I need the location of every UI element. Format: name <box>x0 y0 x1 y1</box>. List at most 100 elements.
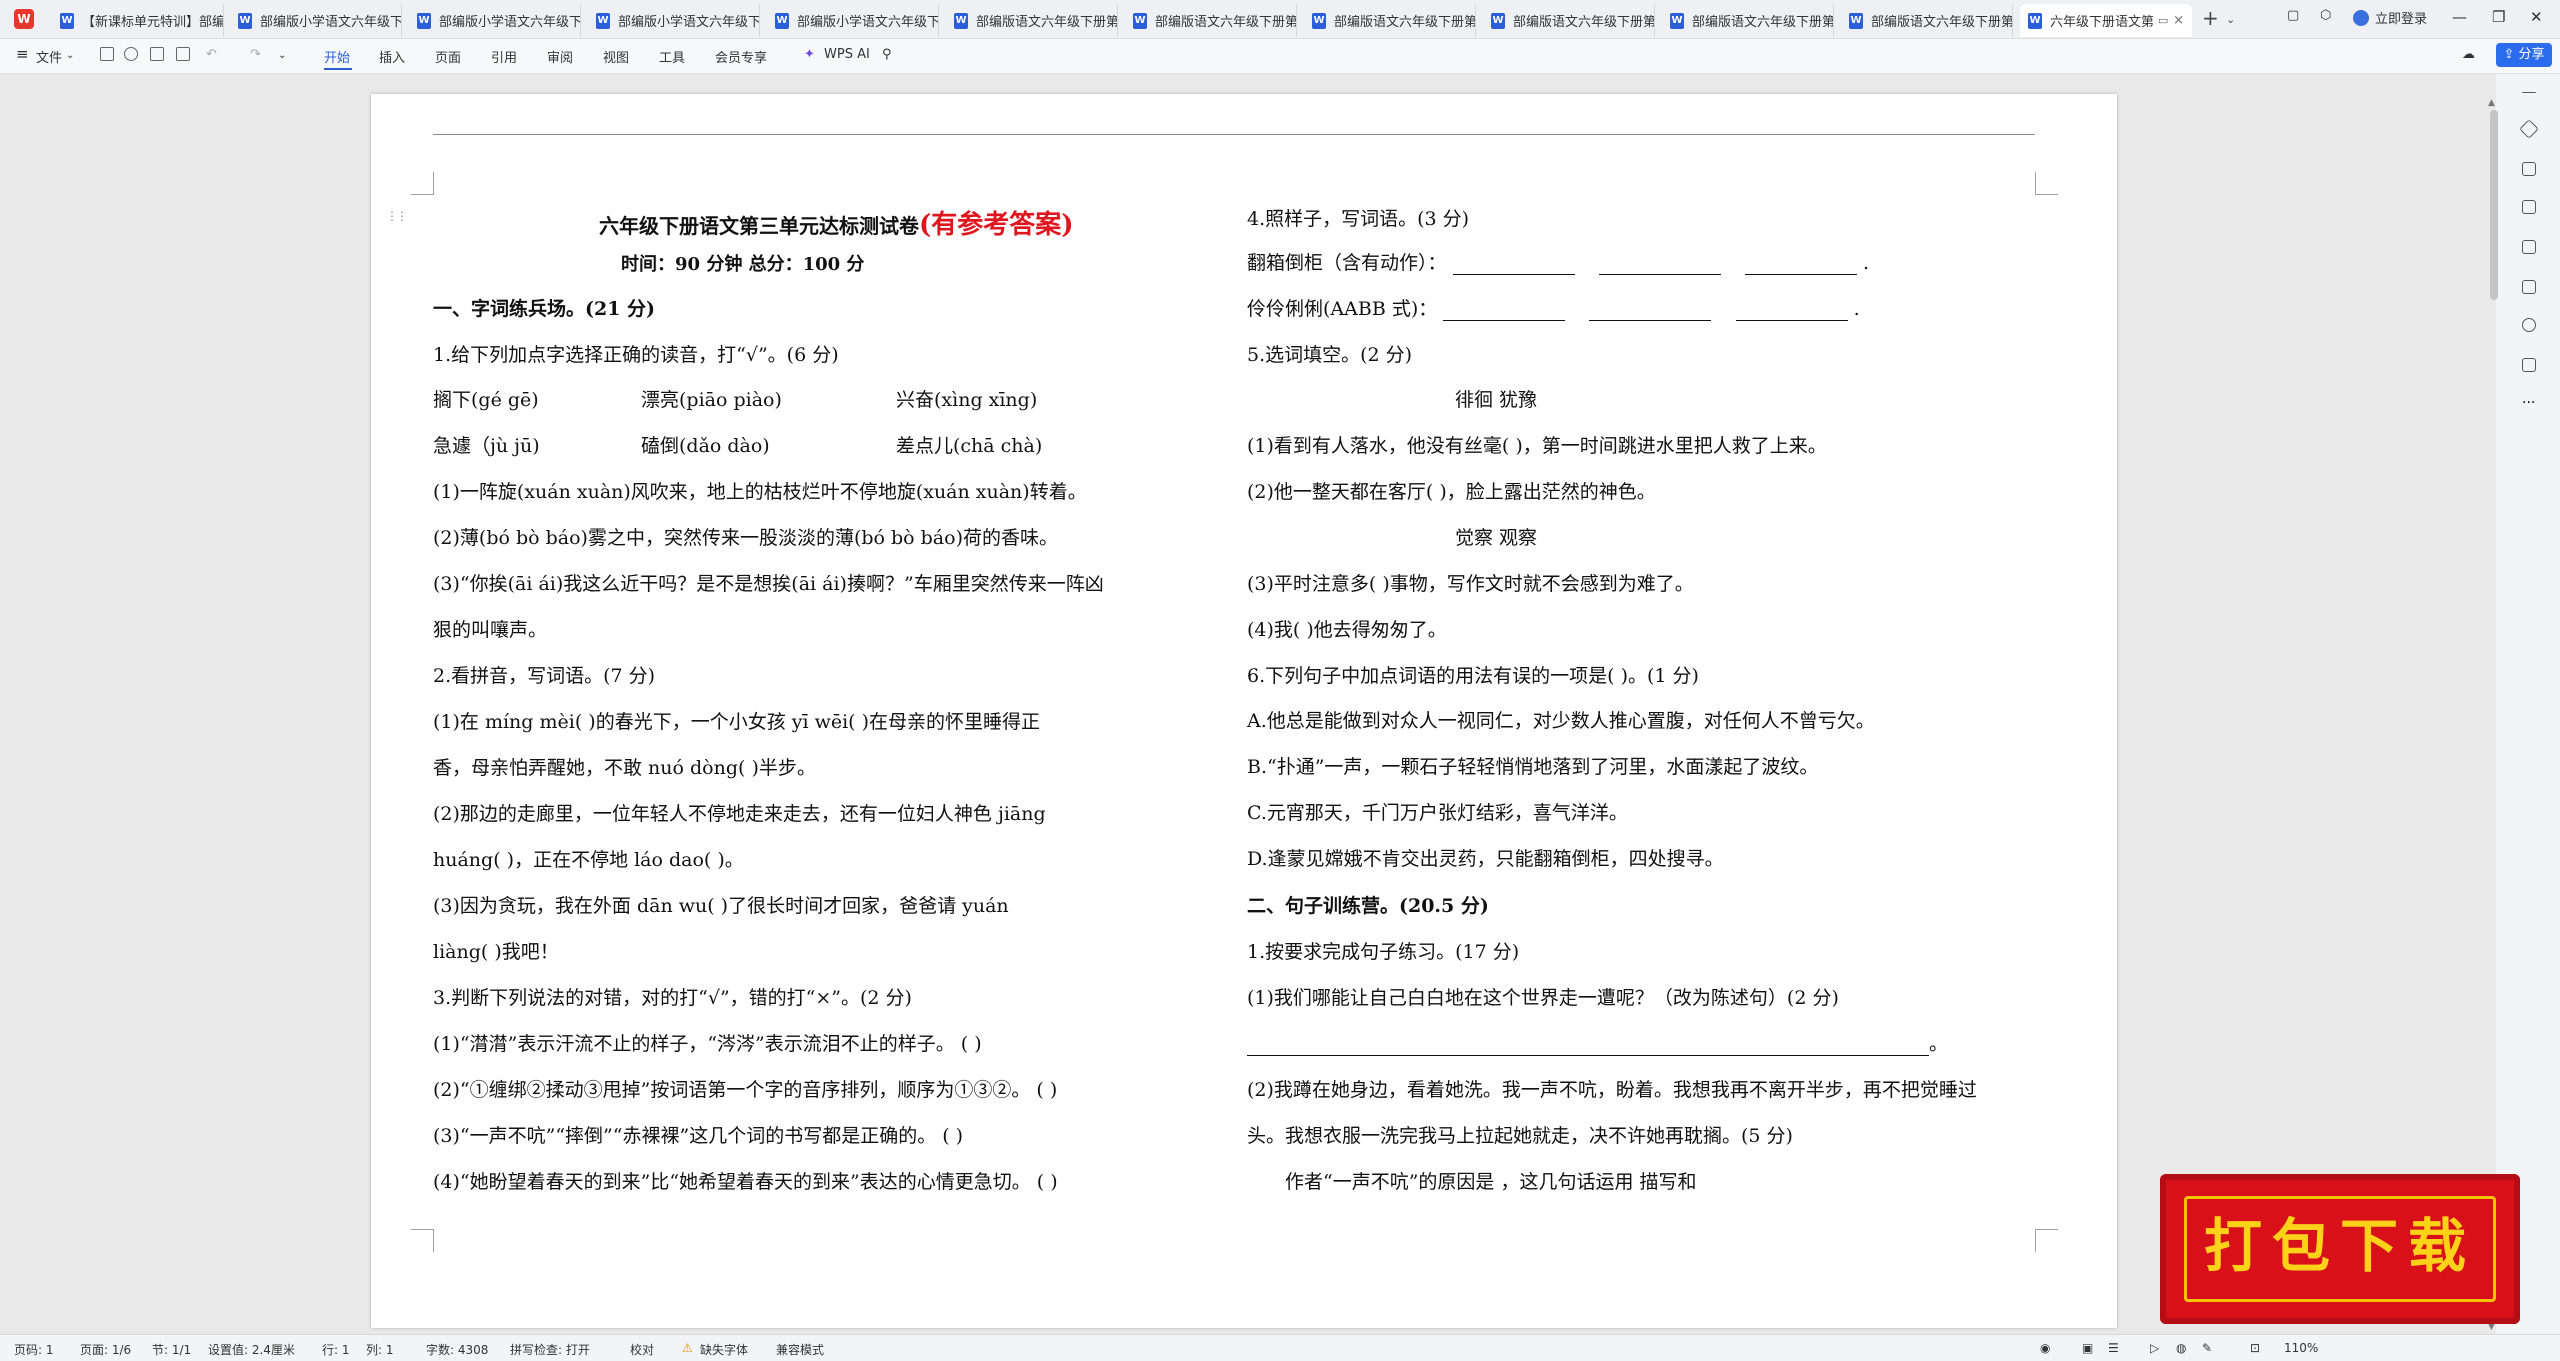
tab-doc-3[interactable]: W 部编版小学语文六年级下 <box>409 4 581 37</box>
file-menu[interactable]: 文件 <box>36 47 62 66</box>
tab-doc-2[interactable]: W 部编版小学语文六年级下 <box>230 4 402 37</box>
doc-icon: W <box>2028 12 2042 29</box>
status-setting[interactable]: 设置值: 2.4厘米 <box>208 1341 295 1358</box>
search-icon[interactable]: ⚲ <box>882 47 892 62</box>
tab-page[interactable]: 页面 <box>435 47 461 66</box>
share-button[interactable]: ⇪ 分享 <box>2496 43 2552 67</box>
answer-blank[interactable] <box>1247 1037 1929 1056</box>
tab-doc-active[interactable]: W 六年级下册语文第 ▭ × <box>2020 4 2192 37</box>
q1-option: 漂亮(piāo piào) <box>641 389 782 411</box>
answer-blank[interactable] <box>1589 302 1712 321</box>
pen-mode-icon[interactable]: ✎ <box>2202 1341 2212 1355</box>
status-row[interactable]: 行: 1 <box>322 1341 350 1358</box>
page-view-icon[interactable]: ▣ <box>2082 1341 2093 1355</box>
wps-ai-icon[interactable]: ✦ <box>804 47 815 62</box>
status-section[interactable]: 节: 1/1 <box>152 1341 191 1358</box>
section-2-heading: 二、句子训练营。(20.5 分) <box>1247 895 1489 917</box>
tab-tools[interactable]: 工具 <box>659 47 685 66</box>
tab-references[interactable]: 引用 <box>491 47 517 66</box>
tab-home[interactable]: 开始 <box>324 47 350 66</box>
zoom-level[interactable]: 110% <box>2284 1341 2318 1355</box>
tab-doc-4[interactable]: W 部编版小学语文六年级下 <box>588 4 760 37</box>
tab-label: 部编版小学语文六年级下 <box>797 15 939 30</box>
tab-doc-1[interactable]: W 【新课标单元特训】部编 <box>52 4 224 37</box>
tab-insert[interactable]: 插入 <box>379 47 405 66</box>
q1-option: 搁下(gé gē) <box>433 389 539 411</box>
new-tab-button[interactable]: + <box>2202 6 2219 30</box>
zoom-fit-icon[interactable]: ⊡ <box>2250 1341 2260 1355</box>
window-layout-icon[interactable]: ▢ <box>2287 8 2299 23</box>
document-page[interactable]: ⋮⋮ 六年级下册语文第三单元达标测试卷(有参考答案) 时间：90 分钟 总分：1… <box>371 94 2117 1328</box>
help-icon[interactable] <box>2522 318 2536 332</box>
search-doc-icon[interactable] <box>124 47 138 61</box>
pointer-icon[interactable] <box>2522 162 2536 176</box>
tab-doc-10[interactable]: W 部编版语文六年级下册第 <box>1662 4 1834 37</box>
close-tab-icon[interactable]: × <box>2173 13 2184 28</box>
status-pages[interactable]: 页面: 1/6 <box>80 1341 131 1358</box>
tab-view[interactable]: 视图 <box>603 47 629 66</box>
shirt-icon[interactable] <box>2522 358 2536 372</box>
q4-end: . <box>1862 252 1869 274</box>
answer-blank[interactable] <box>1443 302 1566 321</box>
tab-member[interactable]: 会员专享 <box>715 47 767 66</box>
minimize-panel-icon[interactable] <box>2522 92 2536 94</box>
status-proof[interactable]: 校对 <box>630 1341 654 1358</box>
adjust-icon[interactable] <box>2522 200 2536 214</box>
vertical-scrollbar[interactable] <box>2490 110 2498 300</box>
tab-doc-9[interactable]: W 部编版语文六年级下册第 <box>1483 4 1655 37</box>
tab-doc-5[interactable]: W 部编版小学语文六年级下 <box>767 4 939 37</box>
print-icon[interactable] <box>150 47 164 61</box>
chevron-down-icon[interactable]: ⌄ <box>278 50 286 61</box>
close-window-button[interactable]: ✕ <box>2530 8 2543 26</box>
redo-icon[interactable]: ↷ <box>250 47 261 62</box>
restore-button[interactable]: ❐ <box>2492 8 2505 26</box>
chevron-down-icon[interactable]: ⌄ <box>2226 13 2235 26</box>
tools-icon[interactable] <box>2522 280 2536 294</box>
scroll-up-icon[interactable]: ▲ <box>2488 98 2495 108</box>
s1-item: (1)我们哪能让自己白白地在这个世界走一遭呢？（改为陈述句）(2 分) <box>1247 987 1839 1009</box>
question-2: 2.看拼音，写词语。(7 分) <box>433 665 656 687</box>
translate-icon[interactable] <box>2522 240 2536 254</box>
q1-option: 兴奋(xìng xīng) <box>896 389 1038 411</box>
status-spellcheck[interactable]: 拼写检查: 打开 <box>510 1341 590 1358</box>
q2-sentence: (3)因为贪玩，我在外面 dān wu( )了很长时间才回家，爸爸请 yuán <box>433 895 1009 917</box>
answer-blank[interactable] <box>1735 302 1848 321</box>
globe-icon[interactable]: ◍ <box>2176 1341 2186 1355</box>
tab-doc-8[interactable]: W 部编版语文六年级下册第 <box>1304 4 1476 37</box>
question-1: 1.给下列加点字选择正确的读音，打“√”。(6 分) <box>433 344 839 366</box>
cube-icon[interactable]: ⬡ <box>2320 8 2331 23</box>
minimize-button[interactable]: — <box>2452 8 2467 26</box>
status-page[interactable]: 页码: 1 <box>14 1341 54 1358</box>
answer-blank[interactable] <box>1598 256 1721 275</box>
status-missing-font[interactable]: 缺失字体 <box>700 1341 748 1358</box>
status-col[interactable]: 列: 1 <box>366 1341 394 1358</box>
q4-prompt: 翻箱倒柜（含有动作）： <box>1247 252 1447 274</box>
tab-review[interactable]: 审阅 <box>547 47 573 66</box>
eye-icon[interactable]: ◉ <box>2040 1341 2050 1355</box>
cloud-icon[interactable]: ☁ <box>2462 47 2475 62</box>
tab-doc-6[interactable]: W 部编版语文六年级下册第 <box>946 4 1118 37</box>
wps-logo-icon[interactable]: W <box>14 9 34 29</box>
undo-icon[interactable]: ↶ <box>206 47 217 62</box>
tab-label: 部编版语文六年级下册第 <box>1513 15 1655 30</box>
tab-doc-11[interactable]: W 部编版语文六年级下册第 <box>1841 4 2013 37</box>
answer-blank[interactable] <box>1744 256 1857 275</box>
tab-doc-7[interactable]: W 部编版语文六年级下册第 <box>1125 4 1297 37</box>
hamburger-icon[interactable]: ≡ <box>16 45 29 63</box>
wps-ai-button[interactable]: WPS AI <box>824 47 870 62</box>
more-icon[interactable]: ··· <box>2522 396 2536 412</box>
print-preview-icon[interactable] <box>176 47 190 61</box>
play-icon[interactable]: ▷ <box>2150 1341 2159 1355</box>
drag-handle-icon[interactable]: ⋮⋮ <box>386 209 408 223</box>
status-word-count[interactable]: 字数: 4308 <box>426 1341 488 1358</box>
s1-item: (2)我蹲在她身边，看着她洗。我一声不吭，盼着。我想我再不离开半步，再不把觉睡过 <box>1247 1079 1977 1101</box>
q2-sentence-cont: huáng( )，正在不停地 láo dao( )。 <box>433 849 744 871</box>
answer-blank[interactable] <box>1452 256 1575 275</box>
download-banner[interactable]: 打包下载 <box>2160 1174 2520 1324</box>
chevron-down-icon[interactable]: ⌄ <box>66 50 74 61</box>
list-view-icon[interactable]: ☰ <box>2108 1341 2119 1355</box>
login-link[interactable]: 立即登录 <box>2353 8 2427 27</box>
q3-item: (1)“潸潸”表示汗流不止的样子，“涔涔”表示流泪不止的样子。 ( ) <box>433 1033 982 1055</box>
pen-icon[interactable] <box>2519 119 2539 139</box>
save-icon[interactable] <box>100 47 114 61</box>
